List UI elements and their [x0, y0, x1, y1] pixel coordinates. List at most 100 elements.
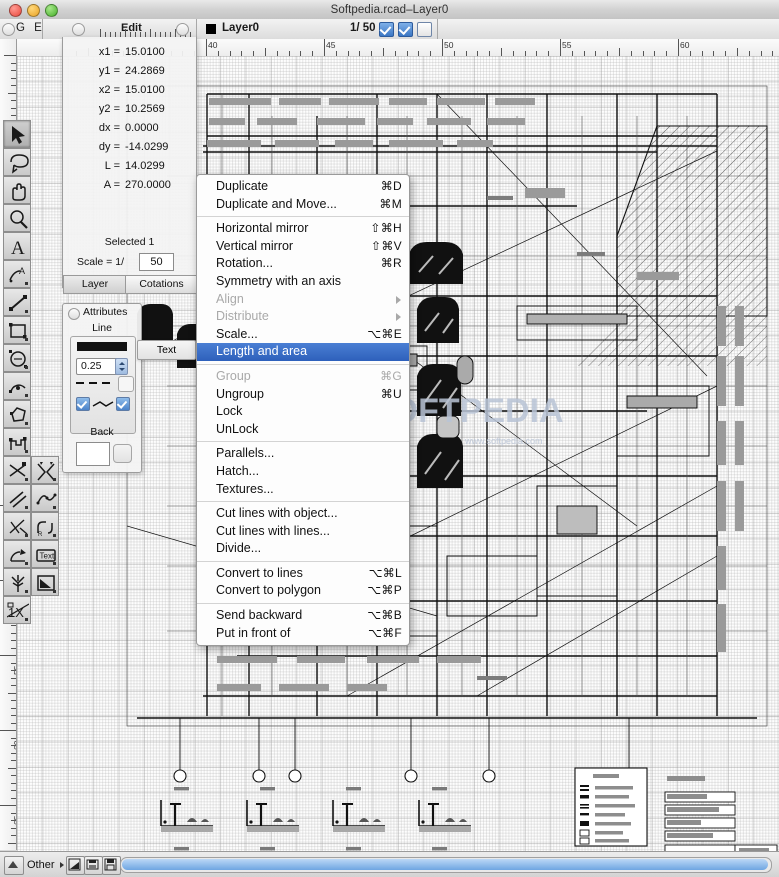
line-end-arrow-checkbox[interactable]	[116, 397, 130, 411]
tree-symbol-tool[interactable]	[3, 568, 31, 596]
horizontal-scrollbar[interactable]	[120, 857, 772, 873]
menu-item-put-in-front-of[interactable]: Put in front of ⌥⌘F	[197, 625, 409, 643]
menu-item-vertical-mirror[interactable]: Vertical mirror ⇧⌘V	[197, 238, 409, 256]
submenu-arrow-icon	[396, 295, 401, 304]
horizontal-scroll-thumb[interactable]	[122, 859, 768, 870]
context-menu[interactable]: Duplicate ⌘D Duplicate and Move... ⌘M Horizo…	[196, 174, 410, 647]
layer-color-swatch[interactable]	[206, 24, 216, 34]
minimize-window-button[interactable]	[27, 4, 40, 17]
line-width-input[interactable]: 0.25	[76, 358, 120, 375]
palette-knob-edit-icon[interactable]	[72, 23, 85, 36]
line-start-arrow-checkbox[interactable]	[76, 397, 90, 411]
coord-key: A =	[103, 179, 120, 191]
menu-item-shortcut: ⌘U	[380, 386, 402, 401]
coord-value[interactable]: 15.0100	[125, 43, 165, 61]
coord-value[interactable]: 270.0000	[125, 176, 171, 194]
ruler-minor-tick	[11, 775, 16, 776]
palette-knob-right-icon[interactable]	[176, 23, 189, 36]
menu-item-cut-lines-with-lines[interactable]: Cut lines with lines...	[197, 523, 409, 541]
tool-row	[3, 204, 59, 232]
menu-item-convert-to-polygon[interactable]: Convert to polygon ⌥⌘P	[197, 582, 409, 600]
menu-item-group: Group ⌘G	[197, 368, 409, 386]
close-window-button[interactable]	[9, 4, 22, 17]
back-color-swatch[interactable]	[76, 442, 110, 466]
trim-tool[interactable]	[3, 512, 31, 540]
mode-labels[interactable]: G E	[16, 22, 45, 34]
other-menu-label[interactable]: Other	[27, 859, 55, 871]
dimension-angle-tool[interactable]	[3, 540, 31, 568]
dash-style-preview-icon[interactable]	[76, 380, 116, 386]
layer-visible-checkbox[interactable]	[379, 22, 394, 37]
other-menu-chevron-icon[interactable]	[60, 862, 64, 868]
intersect-tool[interactable]	[3, 456, 31, 484]
chamfer-tool[interactable]	[31, 456, 59, 484]
ruler-major-tick	[0, 805, 16, 806]
leader-text-tool[interactable]: A	[3, 260, 31, 288]
ruler-label: 60	[680, 40, 690, 50]
menu-item-lock[interactable]: Lock	[197, 403, 409, 421]
scroll-up-button[interactable]	[4, 856, 24, 875]
pan-hand-tool[interactable]	[3, 176, 31, 204]
parallel-tool[interactable]	[3, 484, 31, 512]
polygon-tool[interactable]	[3, 400, 31, 428]
menu-item-duplicate[interactable]: Duplicate ⌘D	[197, 178, 409, 196]
menu-item-unlock[interactable]: UnLock	[197, 421, 409, 439]
spline-tool[interactable]	[31, 484, 59, 512]
text-mini-palette[interactable]: Text	[137, 340, 196, 360]
menu-item-ungroup[interactable]: Ungroup ⌘U	[197, 386, 409, 404]
menu-item-cut-lines-with-object[interactable]: Cut lines with object...	[197, 505, 409, 523]
menu-item-convert-to-lines[interactable]: Convert to lines ⌥⌘L	[197, 565, 409, 583]
tab-layer[interactable]: Layer	[63, 275, 127, 294]
menu-item-scale[interactable]: Scale... ⌥⌘E	[197, 326, 409, 344]
layer-lock-checkbox[interactable]	[417, 22, 432, 37]
menu-item-shortcut: ⌥⌘E	[367, 326, 402, 341]
text-tool[interactable]: A	[3, 232, 31, 260]
circle-tool[interactable]	[3, 344, 31, 372]
menu-item-parallels[interactable]: Parallels...	[197, 445, 409, 463]
menu-item-rotation[interactable]: Rotation... ⌘R	[197, 255, 409, 273]
line-width-stepper[interactable]	[115, 358, 128, 375]
arrow-select-tool[interactable]	[3, 120, 31, 148]
coord-value[interactable]: 15.0100	[125, 81, 165, 99]
zoom-fit-button[interactable]	[66, 856, 85, 875]
text-box-tool[interactable]: Text	[31, 540, 59, 568]
rectangle-tool[interactable]	[3, 316, 31, 344]
coord-value[interactable]: 14.0299	[125, 157, 165, 175]
menu-item-send-backward[interactable]: Send backward ⌥⌘B	[197, 607, 409, 625]
layer-print-checkbox[interactable]	[398, 22, 413, 37]
scale-input[interactable]: 50	[139, 253, 174, 271]
menu-item-hatch[interactable]: Hatch...	[197, 463, 409, 481]
ruler-minor-tick	[11, 670, 16, 671]
attributes-collapse-knob-icon[interactable]	[68, 308, 80, 320]
coord-value[interactable]: -14.0299	[125, 138, 168, 156]
zoom-magnifier-tool[interactable]	[3, 204, 31, 232]
menu-item-divide[interactable]: Divide...	[197, 540, 409, 558]
layer-name-label[interactable]: Layer0	[222, 22, 259, 34]
palette-knob-left-icon[interactable]	[2, 23, 15, 36]
coord-value[interactable]: 10.2569	[125, 100, 165, 118]
tab-cotations[interactable]: Cotations	[125, 275, 198, 294]
save-as-button[interactable]	[102, 856, 121, 875]
dash-style-more-button[interactable]	[118, 376, 134, 392]
coord-value[interactable]: 24.2869	[125, 62, 165, 80]
arc-tool[interactable]	[3, 372, 31, 400]
hatch-fill-tool[interactable]	[31, 568, 59, 596]
menu-item-symmetry-with-an-axis[interactable]: Symmetry with an axis	[197, 273, 409, 291]
menu-item-horizontal-mirror[interactable]: Horizontal mirror ⇧⌘H	[197, 220, 409, 238]
tool-more-indicator-icon	[25, 618, 28, 621]
menu-item-duplicate-and-move[interactable]: Duplicate and Move... ⌘M	[197, 196, 409, 214]
save-button[interactable]	[84, 856, 103, 875]
coord-row-dy: dy = -14.0299	[63, 138, 196, 156]
maximize-window-button[interactable]	[45, 4, 58, 17]
scale-1x-tool[interactable]: 1X	[3, 596, 31, 624]
line-tool[interactable]	[3, 288, 31, 316]
back-pattern-button[interactable]	[113, 444, 132, 463]
menu-item-length-and-area[interactable]: Length and area	[197, 343, 409, 361]
line-color-swatch[interactable]	[77, 342, 127, 351]
fillet-tool[interactable]: R	[31, 512, 59, 540]
wall-tool[interactable]	[3, 428, 31, 456]
lasso-select-tool[interactable]	[3, 148, 31, 176]
tool-palette[interactable]: A A R Text 1X	[3, 120, 59, 624]
coord-value[interactable]: 0.0000	[125, 119, 159, 137]
menu-item-textures[interactable]: Textures...	[197, 481, 409, 499]
